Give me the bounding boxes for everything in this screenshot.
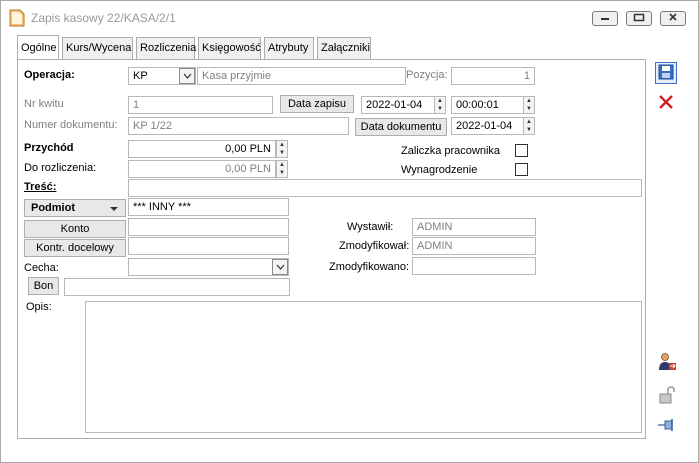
operacja-dropdown-button[interactable] [179, 68, 195, 84]
close-button[interactable] [660, 11, 686, 26]
data-zapisu-date-field[interactable]: 2022-01-04 [361, 96, 445, 114]
tab-kurs-wycena[interactable]: Kurs/Wycena [62, 37, 133, 59]
wystawil-label: Wystawił: [347, 221, 394, 233]
document-icon [9, 9, 25, 27]
zmodyfikowano-field [412, 257, 536, 275]
zmodyfikowano-label: Zmodyfikowano: [329, 261, 410, 273]
zaliczka-label: Zaliczka pracownika [401, 145, 501, 157]
pozycja-field: 1 [451, 67, 535, 85]
nr-kwitu-label: Nr kwitu [24, 98, 64, 110]
przychod-field[interactable]: 0,00 PLN [128, 140, 276, 158]
podmiot-field[interactable]: *** INNY *** [128, 198, 289, 216]
window-title: Zapis kasowy 22/KASA/2/1 [31, 11, 176, 25]
close-icon [668, 12, 678, 25]
title-bar: Zapis kasowy 22/KASA/2/1 [1, 1, 698, 35]
restore-icon [633, 13, 645, 25]
nr-kwitu-field[interactable]: 1 [128, 96, 273, 114]
delete-icon [658, 94, 674, 113]
bon-field[interactable] [64, 278, 290, 296]
kontr-docelowy-field[interactable] [128, 237, 289, 255]
zmodyfikowal-field: ADMIN [412, 237, 536, 255]
do-rozliczenia-label: Do rozliczenia: [24, 162, 97, 174]
data-dokumentu-button[interactable]: Data dokumentu [355, 118, 447, 136]
operacja-name-field: Kasa przyjmie [197, 67, 406, 85]
przychod-label: Przychód [24, 142, 74, 154]
tab-atrybuty[interactable]: Atrybuty [264, 37, 314, 59]
chevron-down-icon [276, 261, 285, 273]
do-rozliczenia-spinner[interactable]: ▲ ▼ [276, 160, 288, 178]
lock-button[interactable] [656, 385, 678, 407]
numer-dokumentu-label: Numer dokumentu: [24, 119, 118, 131]
do-rozliczenia-field: 0,00 PLN [128, 160, 276, 178]
tab-ksiegowosc[interactable]: Księgowość [198, 37, 261, 59]
tab-rozliczenia[interactable]: Rozliczenia [136, 37, 196, 59]
person-transfer-button[interactable] [656, 352, 678, 374]
konto-field[interactable] [128, 218, 289, 236]
lock-icon [657, 385, 677, 408]
opis-label: Opis: [26, 301, 52, 313]
person-transfer-icon [657, 352, 677, 375]
tab-zalaczniki[interactable]: Załączniki [317, 37, 371, 59]
delete-button[interactable] [655, 92, 677, 114]
cecha-dropdown-button[interactable] [272, 259, 288, 275]
numer-dokumentu-field[interactable]: KP 1/22 [128, 117, 349, 135]
data-zapisu-time-spinner[interactable]: ▲ ▼ [523, 96, 535, 114]
podmiot-button-label: Podmiot [31, 202, 75, 214]
tab-ogolne[interactable]: Ogólne [17, 35, 59, 59]
pin-icon [657, 417, 677, 436]
minimize-button[interactable] [592, 11, 618, 26]
konto-button[interactable]: Konto [24, 220, 126, 238]
przychod-spinner[interactable]: ▲ ▼ [276, 140, 288, 158]
data-zapisu-button[interactable]: Data zapisu [280, 95, 354, 113]
podmiot-button[interactable]: Podmiot [24, 199, 126, 217]
operacja-label: Operacja: [24, 69, 75, 81]
zaliczka-checkbox[interactable] [515, 144, 528, 157]
zmodyfikowal-label: Zmodyfikował: [339, 240, 410, 252]
tresc-label: Treść: [24, 181, 57, 193]
cecha-select[interactable] [128, 258, 289, 276]
pozycja-label: Pozycja: [406, 69, 448, 81]
restore-button[interactable] [626, 11, 652, 26]
wynagrodzenie-label: Wynagrodzenie [401, 164, 478, 176]
save-icon [658, 64, 674, 83]
dropdown-arrow-icon [109, 200, 119, 221]
tresc-field[interactable] [128, 179, 642, 197]
save-button[interactable] [655, 62, 677, 84]
data-zapisu-date-spinner[interactable]: ▲ ▼ [434, 96, 446, 114]
wystawil-field: ADMIN [412, 218, 536, 236]
data-dokumentu-spinner[interactable]: ▲ ▼ [523, 117, 535, 135]
kontr-docelowy-button[interactable]: Kontr. docelowy [24, 239, 126, 257]
cash-entry-window: Zapis kasowy 22/KASA/2/1 Ogólne Kurs/Wyc… [0, 0, 699, 463]
bon-button[interactable]: Bon [28, 277, 59, 295]
cecha-label: Cecha: [24, 262, 59, 274]
minimize-icon [600, 13, 610, 24]
chevron-down-icon [183, 70, 192, 82]
pin-button[interactable] [656, 415, 678, 437]
wynagrodzenie-checkbox[interactable] [515, 163, 528, 176]
opis-textarea[interactable] [85, 301, 642, 433]
